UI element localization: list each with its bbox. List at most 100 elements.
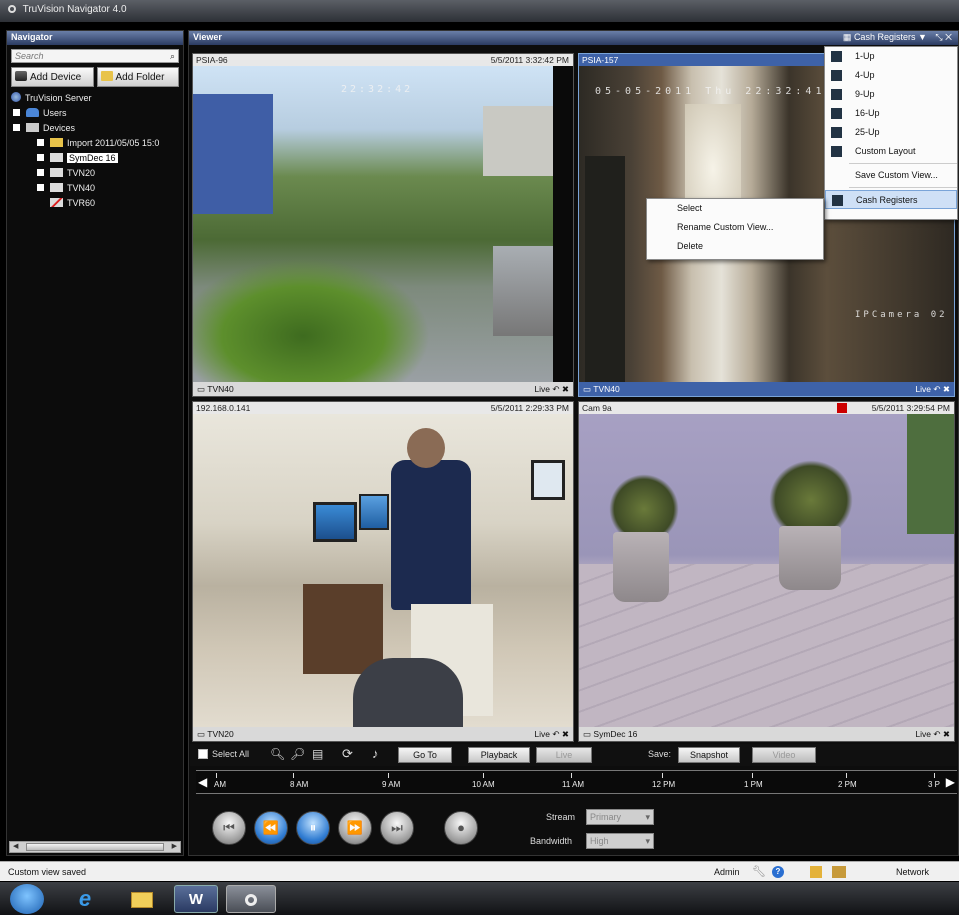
stream-select[interactable]: Primary ▾ <box>586 809 654 825</box>
recorder-offline-icon <box>50 198 63 207</box>
file-explorer-icon[interactable] <box>126 885 158 913</box>
tree-item-devices[interactable]: Devices <box>7 121 183 136</box>
devices-icon <box>26 123 39 132</box>
status-message: Custom view saved <box>8 867 87 877</box>
live-button[interactable]: Live <box>536 747 592 763</box>
expand-icon[interactable] <box>37 169 44 176</box>
pause-button[interactable]: ⏸ <box>296 811 330 845</box>
menu-item-select[interactable]: Select <box>647 199 823 218</box>
tree-item-tvr60[interactable]: TVR60 <box>7 196 183 211</box>
truvision-taskbar-button[interactable] <box>226 885 276 913</box>
menu-item-cash-registers[interactable]: Cash Registers <box>825 190 957 209</box>
video-osd-camera-name: IPCamera 02 <box>855 310 948 320</box>
bandwidth-select[interactable]: High ▾ <box>586 833 654 849</box>
person-shirt-shape <box>391 460 471 610</box>
word-taskbar-button[interactable]: W <box>174 885 218 913</box>
close-icon[interactable]: ✖ <box>943 384 950 394</box>
video-osd-time: 22:32:42 <box>341 84 414 95</box>
undo-icon[interactable]: ↶ <box>933 384 940 394</box>
previous-frame-button[interactable]: ⏮ <box>212 811 246 845</box>
alarm-icon[interactable] <box>832 866 846 878</box>
add-device-icon <box>15 71 27 81</box>
video-button[interactable]: Video <box>752 747 816 763</box>
close-icon[interactable]: ✕ <box>945 32 952 42</box>
pin-icon[interactable]: ⤡ <box>935 32 942 42</box>
camera-icon: ▭ <box>583 729 592 739</box>
menu-item-9-up[interactable]: 9-Up <box>825 85 957 104</box>
layout-selector[interactable]: ▦ Cash Registers ▼ ⤡ ✕ <box>843 32 952 43</box>
print-icon[interactable]: ▤ <box>312 747 323 761</box>
tree-item-users[interactable]: Users <box>7 106 183 121</box>
undo-icon[interactable]: ↶ <box>552 384 559 394</box>
users-icon <box>26 108 39 117</box>
menu-item-1-up[interactable]: 1-Up <box>825 47 957 66</box>
playback-button[interactable]: Playback <box>468 747 530 763</box>
scroll-right-icon[interactable]: ▶ <box>172 842 177 850</box>
help-icon[interactable]: ? <box>772 866 784 878</box>
menu-item-save-custom-view[interactable]: Save Custom View... <box>825 166 957 185</box>
planter-pot-shape <box>613 532 669 602</box>
snapshot-button[interactable]: Snapshot <box>678 747 740 763</box>
planter-pot-shape <box>779 526 841 590</box>
wrench-icon[interactable]: 🔧︎ <box>752 862 766 882</box>
tree-item-import-folder[interactable]: Import 2011/05/05 15:0 <box>7 136 183 151</box>
navigator-horizontal-scrollbar[interactable]: ◀ ▶ <box>9 841 181 853</box>
timeline-label: 2 PM <box>838 780 857 789</box>
camera-pane-1[interactable]: PSIA-96 5/5/2011 3:32:42 PM 22:32:42 ▭ T… <box>192 53 574 397</box>
close-icon[interactable]: ✖ <box>562 384 569 394</box>
audio-icon[interactable]: ♪ <box>372 746 379 761</box>
expand-icon[interactable] <box>37 184 44 191</box>
add-device-button[interactable]: Add Device <box>11 67 94 87</box>
menu-item-rename-custom-view[interactable]: Rename Custom View... <box>647 218 823 237</box>
video-feed[interactable] <box>193 414 573 727</box>
expand-icon[interactable] <box>37 154 44 161</box>
grid-icon: ▦ <box>842 32 852 42</box>
go-to-button[interactable]: Go To <box>398 747 452 763</box>
expand-icon[interactable] <box>37 139 44 146</box>
internet-explorer-icon[interactable]: e <box>70 885 100 913</box>
timeline-back-icon[interactable]: ◀ <box>198 775 207 789</box>
stop-button[interactable]: ● <box>444 811 478 845</box>
tree-item-symdec16[interactable]: SymDec 16 <box>7 151 183 166</box>
collapse-icon[interactable] <box>13 124 20 131</box>
menu-item-16-up[interactable]: 16-Up <box>825 104 957 123</box>
scroll-left-icon[interactable]: ◀ <box>13 842 18 850</box>
close-icon[interactable]: ✖ <box>562 729 569 739</box>
undo-icon[interactable]: ↶ <box>933 729 940 739</box>
tree-item-tvn40[interactable]: TVN40 <box>7 181 183 196</box>
door-shape <box>585 156 625 382</box>
start-button[interactable] <box>10 884 44 914</box>
tree-item-server[interactable]: TruVision Server <box>7 91 183 106</box>
video-feed[interactable]: 22:32:42 <box>193 66 573 382</box>
refresh-icon[interactable]: ⟳ <box>342 746 353 762</box>
expand-icon[interactable] <box>13 109 20 116</box>
next-frame-button[interactable]: ⏭ <box>380 811 414 845</box>
add-folder-button[interactable]: Add Folder <box>96 67 179 87</box>
tree-item-tvn20[interactable]: TVN20 <box>7 166 183 181</box>
rewind-button[interactable]: ⏪ <box>254 811 288 845</box>
chevron-down-icon: ▼ <box>917 32 927 42</box>
search-icon[interactable]: ⌕ <box>170 51 175 62</box>
stop-icon: ● <box>457 820 465 835</box>
zoom-in-icon[interactable]: 🔍︎ <box>270 747 285 761</box>
camera-pane-3[interactable]: 192.168.0.141 5/5/2011 2:29:33 PM ▭ TVN2… <box>192 401 574 742</box>
video-feed[interactable] <box>579 414 954 727</box>
menu-item-delete[interactable]: Delete <box>647 237 823 256</box>
timeline-bar[interactable]: ◀ ▶ AM 8 AM 9 AM 10 AM 11 AM 12 PM 1 PM … <box>196 770 957 794</box>
notification-icon[interactable] <box>810 866 822 878</box>
select-all-checkbox[interactable] <box>198 749 208 759</box>
close-icon[interactable]: ✖ <box>943 729 950 739</box>
menu-item-25-up[interactable]: 25-Up <box>825 123 957 142</box>
camera-icon: ▭ <box>197 384 206 394</box>
scrollbar-thumb[interactable] <box>26 843 164 851</box>
menu-item-4-up[interactable]: 4-Up <box>825 66 957 85</box>
monitor-shape <box>531 460 565 500</box>
undo-icon[interactable]: ↶ <box>552 729 559 739</box>
zoom-out-icon[interactable]: 🔎︎ <box>290 747 305 761</box>
camera-pane-4[interactable]: Cam 9a 5/5/2011 3:29:54 PM ▭ SymDec 16 L… <box>578 401 955 742</box>
search-input[interactable]: Search ⌕ <box>11 49 179 63</box>
fast-forward-button[interactable]: ⏩ <box>338 811 372 845</box>
building-shape <box>193 94 273 214</box>
timeline-forward-icon[interactable]: ▶ <box>946 775 955 789</box>
menu-item-custom-layout[interactable]: Custom Layout <box>825 142 957 161</box>
